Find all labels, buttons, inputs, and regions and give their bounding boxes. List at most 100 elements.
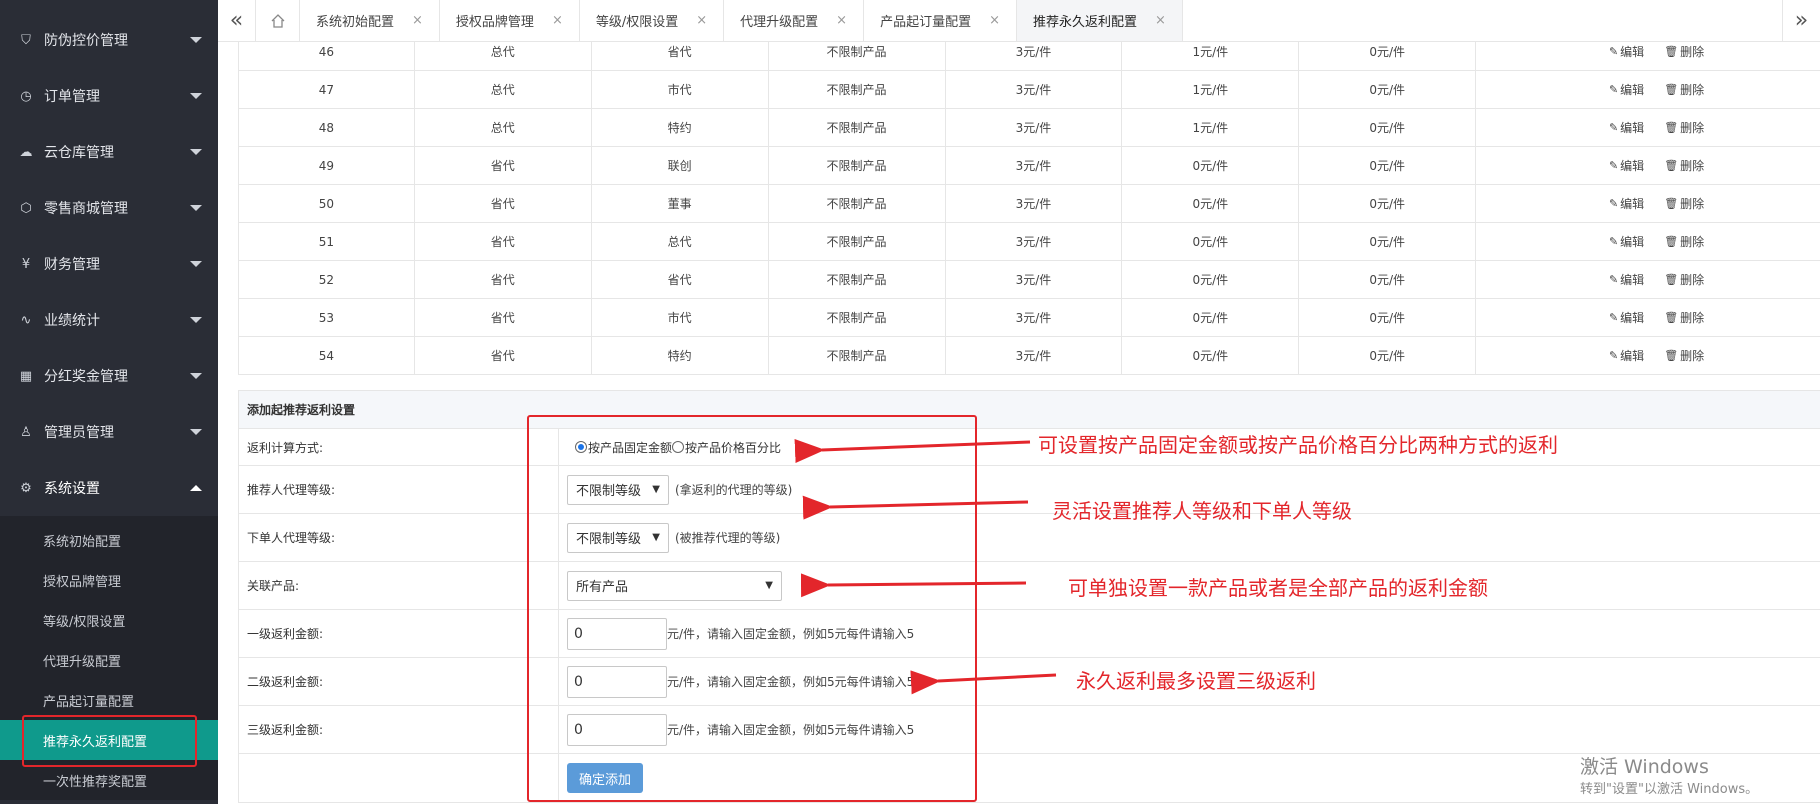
delete-button[interactable]: 🗑 删除 [1664,347,1704,364]
table-cell: 0元/件 [1298,222,1477,261]
trash-icon: 🗑 [1664,235,1679,248]
table-row: 47 总代 市代 不限制产品 3元/件 1元/件 0元/件 ✎ 编辑 🗑 删除 [238,70,1820,109]
pencil-icon: ✎ [1608,235,1619,248]
tab-scroll-right-icon[interactable]: » [1782,0,1820,41]
sidebar-item-moq[interactable]: 产品起订量配置 [0,680,218,720]
pencil-icon: ✎ [1608,273,1619,286]
tab-moq[interactable]: 产品起订量配置 × [864,0,1017,41]
pencil-icon: ✎ [1608,121,1619,134]
table-actions: ✎ 编辑 🗑 删除 [1475,222,1820,261]
delete-button[interactable]: 🗑 删除 [1664,119,1704,136]
table-actions: ✎ 编辑 🗑 删除 [1475,70,1820,109]
chevron-down-icon [190,205,202,211]
menu-label: 云仓库管理 [44,145,114,161]
sidebar-item-system-init[interactable]: 系统初始配置 [0,520,218,560]
form-row-buyer: 下单人代理等级: 不限制等级 ▼ (被推荐代理的等级) [239,514,1820,562]
close-icon[interactable]: × [412,13,423,28]
edit-button[interactable]: ✎ 编辑 [1609,81,1644,98]
delete-button[interactable]: 🗑 删除 [1664,195,1704,212]
table-cell: 省代 [413,336,592,375]
close-icon[interactable]: × [989,13,1000,28]
table-actions: ✎ 编辑 🗑 删除 [1475,298,1820,337]
edit-label: 编辑 [1620,83,1645,97]
edit-button[interactable]: ✎ 编辑 [1609,347,1644,364]
delete-label: 删除 [1680,235,1705,249]
menu-admins[interactable]: ♙ 管理员管理 [0,404,218,460]
close-icon[interactable]: × [1155,13,1166,28]
edit-button[interactable]: ✎ 编辑 [1609,233,1644,250]
annotation-text: 可设置按产品固定金额或按产品价格百分比两种方式的返利 [1038,433,1558,457]
pencil-icon: ✎ [1608,83,1619,96]
table-cell: 52 [238,260,415,299]
table-cell: 不限制产品 [767,70,946,109]
edit-label: 编辑 [1620,273,1645,287]
add-rebate-form: 添加起推荐返利设置 返利计算方式: 按产品固定金额 按产品价格百分比 推荐人代理… [238,390,1820,803]
tab-upgrade[interactable]: 代理升级配置 × [724,0,865,41]
sidebar-item-brand[interactable]: 授权品牌管理 [0,560,218,600]
tab-permanent-rebate[interactable]: 推荐永久返利配置 × [1016,0,1183,41]
table-cell: 0元/件 [1298,70,1477,109]
close-icon[interactable]: × [696,13,707,28]
delete-button[interactable]: 🗑 删除 [1664,309,1704,326]
menu-finance[interactable]: ¥ 财务管理 [0,236,218,292]
table-cell: 0元/件 [1121,336,1300,375]
menu-retail-mall[interactable]: ⬡ 零售商城管理 [0,180,218,236]
delete-button[interactable]: 🗑 删除 [1664,157,1704,174]
table-cell: 市代 [590,298,769,337]
table-row: 53 省代 市代 不限制产品 3元/件 0元/件 0元/件 ✎ 编辑 🗑 删除 [238,298,1820,337]
windows-watermark-title: 激活 Windows [1580,756,1709,778]
delete-button[interactable]: 🗑 删除 [1664,43,1704,60]
product-label: 关联产品: [239,562,559,609]
table-cell: 50 [238,184,415,223]
pencil-icon: ✎ [1608,349,1619,362]
edit-button[interactable]: ✎ 编辑 [1609,157,1644,174]
menu-orders[interactable]: ◷ 订单管理 [0,68,218,124]
edit-button[interactable]: ✎ 编辑 [1609,309,1644,326]
home-tab[interactable] [256,0,300,41]
table-cell: 48 [238,108,415,147]
tab-spacer [1183,0,1782,41]
menu-label: 订单管理 [44,89,100,105]
delete-button[interactable]: 🗑 删除 [1664,81,1704,98]
close-icon[interactable]: × [552,13,563,28]
table-cell: 省代 [413,260,592,299]
tab-system-init[interactable]: 系统初始配置 × [300,0,440,41]
pencil-icon: ✎ [1608,45,1619,58]
buyer-label: 下单人代理等级: [239,514,559,561]
edit-button[interactable]: ✎ 编辑 [1609,271,1644,288]
menu-anti-fake[interactable]: ⛉ 防伪控价管理 [0,12,218,68]
table-row: 46 总代 省代 不限制产品 3元/件 1元/件 0元/件 ✎ 编辑 🗑 删除 [238,42,1820,71]
table-cell: 不限制产品 [767,222,946,261]
menu-system-settings[interactable]: ⚙ 系统设置 [0,460,218,516]
level3-label: 三级返利金额: [239,706,559,753]
tab-scroll-left-icon[interactable]: « [218,0,256,41]
edit-button[interactable]: ✎ 编辑 [1609,195,1644,212]
menu-dividend[interactable]: ▦ 分红奖金管理 [0,348,218,404]
table-cell: 省代 [413,184,592,223]
table-row: 50 省代 董事 不限制产品 3元/件 0元/件 0元/件 ✎ 编辑 🗑 删除 [238,184,1820,223]
tab-label: 推荐永久返利配置 [1032,15,1137,30]
sidebar-item-level[interactable]: 等级/权限设置 [0,600,218,640]
menu-label: 防伪控价管理 [44,33,128,49]
edit-label: 编辑 [1620,197,1645,211]
table-cell: 3元/件 [944,108,1123,147]
delete-button[interactable]: 🗑 删除 [1664,271,1704,288]
sidebar-item-upgrade[interactable]: 代理升级配置 [0,640,218,680]
tab-brand[interactable]: 授权品牌管理 × [440,0,580,41]
menu-performance[interactable]: ∿ 业绩统计 [0,292,218,348]
table-cell: 53 [238,298,415,337]
tab-label: 系统初始配置 [316,15,395,30]
table-cell: 1元/件 [1121,42,1300,71]
tab-level[interactable]: 等级/权限设置 × [580,0,725,41]
edit-label: 编辑 [1620,159,1645,173]
edit-button[interactable]: ✎ 编辑 [1609,119,1644,136]
delete-button[interactable]: 🗑 删除 [1664,233,1704,250]
table-cell: 特约 [590,336,769,375]
edit-button[interactable]: ✎ 编辑 [1609,43,1644,60]
menu-cloud-warehouse[interactable]: ☁ 云仓库管理 [0,124,218,180]
close-icon[interactable]: × [836,13,847,28]
table-cell: 总代 [590,222,769,261]
table-actions: ✎ 编辑 🗑 删除 [1475,260,1820,299]
table-cell: 不限制产品 [767,108,946,147]
edit-label: 编辑 [1620,311,1645,325]
